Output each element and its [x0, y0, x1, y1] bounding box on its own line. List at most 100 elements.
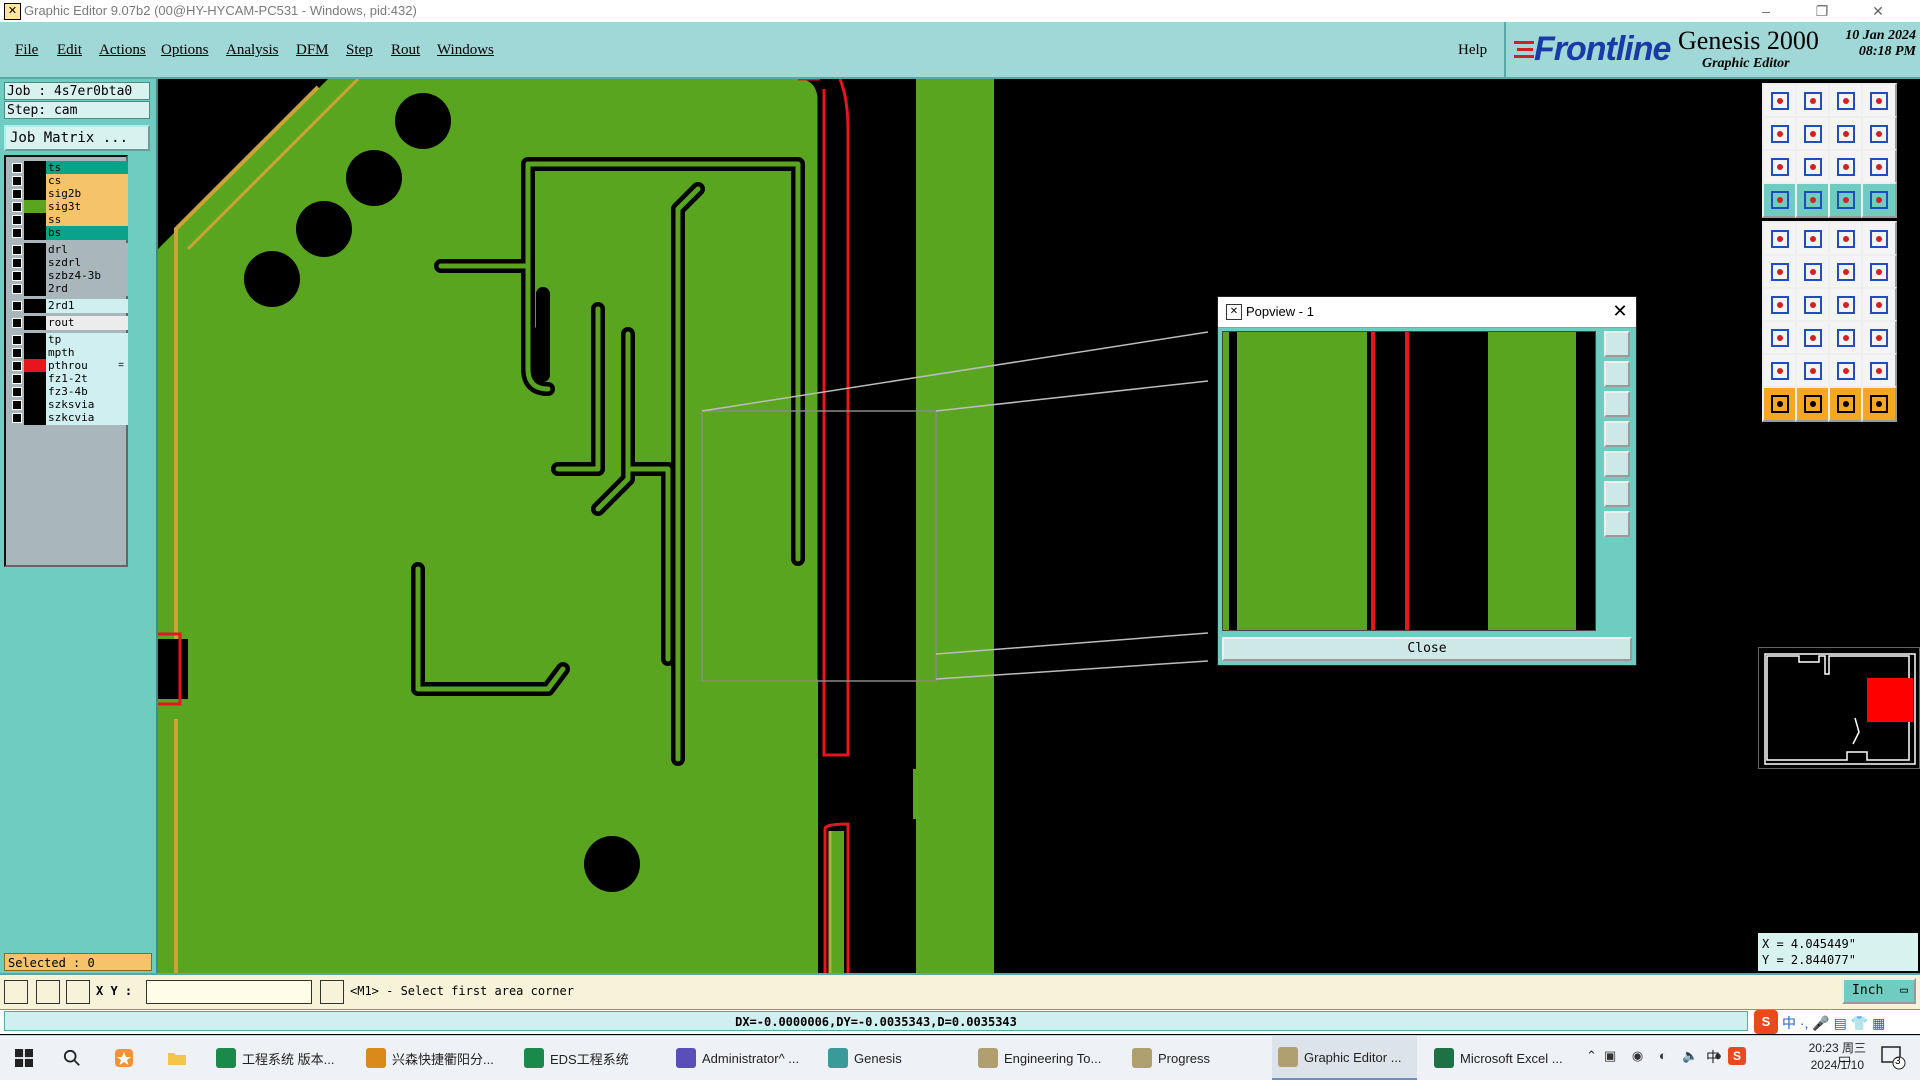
layer-color-swatch[interactable]	[24, 256, 46, 270]
zoom-center-icon[interactable]	[1795, 149, 1831, 185]
layer-name[interactable]: 2rd	[46, 282, 128, 296]
layer-name[interactable]: ts	[46, 161, 128, 175]
layer-row[interactable]: szbz4-3b	[8, 269, 128, 283]
layer-name[interactable]: szksvia	[46, 398, 128, 412]
layer-row[interactable]: 2rd	[8, 282, 128, 296]
mirror-icon[interactable]	[1828, 116, 1864, 152]
layer-name[interactable]: szdrl	[46, 256, 128, 270]
layer-diff-icon[interactable]	[1861, 182, 1897, 218]
ruler-icon[interactable]	[1828, 221, 1864, 257]
layer-color-swatch[interactable]	[24, 269, 46, 283]
popview-close-button[interactable]: Close	[1222, 637, 1632, 661]
layer-name[interactable]: bs	[46, 226, 128, 240]
home-icon[interactable]	[1828, 83, 1864, 119]
layer-row[interactable]: bs	[8, 226, 128, 240]
layer-color-swatch[interactable]	[24, 398, 46, 412]
layer-color-swatch[interactable]	[24, 200, 46, 214]
layer-checkbox[interactable]	[12, 387, 22, 397]
xy-input[interactable]	[146, 980, 312, 1004]
group-icon[interactable]	[1861, 320, 1897, 356]
layer-row[interactable]: tp	[8, 333, 128, 347]
layer-color-swatch[interactable]	[24, 282, 46, 296]
link-icon[interactable]	[1861, 254, 1897, 290]
menu-file[interactable]: File	[15, 42, 38, 59]
menu-actions[interactable]: Actions	[99, 42, 146, 59]
layer-color-swatch[interactable]	[24, 161, 46, 175]
tray-chevron-icon[interactable]: ⌃	[1586, 1048, 1597, 1064]
layer-color-swatch[interactable]	[24, 372, 46, 386]
pan-left-icon[interactable]	[1762, 116, 1798, 152]
popview-close-icon[interactable]: ✕	[1610, 301, 1630, 321]
save-icon[interactable]	[1795, 83, 1831, 119]
taskbar-app[interactable]: Microsoft Excel ...	[1428, 1036, 1578, 1080]
taskbar-app[interactable]: Progress	[1126, 1036, 1256, 1080]
layer-name[interactable]: tp	[46, 333, 128, 347]
taskbar-app[interactable]: 工程系统 版本...	[210, 1036, 340, 1080]
menu-dfm[interactable]: DFM	[296, 42, 329, 59]
layer-checkbox[interactable]	[12, 258, 22, 268]
layer-checkbox[interactable]	[12, 215, 22, 225]
layer-checkbox[interactable]	[12, 301, 22, 311]
route-icon[interactable]	[1861, 287, 1897, 323]
circle-icon[interactable]	[1861, 221, 1897, 257]
layer-color-swatch[interactable]	[24, 411, 46, 425]
add-pad-icon[interactable]	[1762, 320, 1798, 356]
layer-row[interactable]: szksvia	[8, 398, 128, 412]
layer-row[interactable]: drl	[8, 243, 128, 257]
popview-zoom-out-icon[interactable]	[1604, 511, 1630, 537]
popview-pan-right-icon[interactable]	[1604, 451, 1630, 477]
layer-name[interactable]: sig2b	[46, 187, 128, 201]
layer-checkbox[interactable]	[12, 163, 22, 173]
layer-checkbox[interactable]	[12, 245, 22, 255]
layer-row[interactable]: 2rd1	[8, 299, 128, 313]
layer-name[interactable]: mpth	[46, 346, 128, 360]
layer-name[interactable]: fz3-4b	[46, 385, 128, 399]
popview-pan-up-icon[interactable]	[1604, 361, 1630, 387]
layer-name[interactable]: szbz4-3b	[46, 269, 128, 283]
triangle-icon[interactable]	[1762, 353, 1798, 389]
menu-rout[interactable]: Rout	[391, 42, 420, 59]
move-icon[interactable]	[1828, 320, 1864, 356]
menu-analysis[interactable]: Analysis	[226, 42, 279, 59]
layer-color-swatch[interactable]	[24, 243, 46, 257]
menu-help[interactable]: Help	[1458, 42, 1487, 59]
taskbar-app[interactable]: Engineering To...	[972, 1036, 1114, 1080]
popview-pan-left-icon[interactable]	[1604, 421, 1630, 447]
layer-row[interactable]: pthrou =	[8, 359, 128, 373]
open-job-icon[interactable]	[1762, 83, 1798, 119]
layer-row[interactable]: sig2b	[8, 187, 128, 201]
menu-step[interactable]: Step	[346, 42, 373, 59]
layer-color-swatch[interactable]	[24, 316, 46, 330]
layer-row[interactable]: cs	[8, 174, 128, 188]
layer-checkbox[interactable]	[12, 374, 22, 384]
layer-row[interactable]: sig3t	[8, 200, 128, 214]
layer-checkbox[interactable]	[12, 284, 22, 294]
layer-checkbox[interactable]	[12, 335, 22, 345]
layer-color-swatch[interactable]	[24, 226, 46, 240]
layer-name[interactable]: drl	[46, 243, 128, 257]
layer-name[interactable]: rout	[46, 316, 128, 330]
minimap[interactable]	[1758, 647, 1920, 769]
layer-row[interactable]: fz3-4b	[8, 385, 128, 399]
show-desktop-icon[interactable]: ▭	[1838, 1050, 1851, 1067]
layer-row[interactable]: rout	[8, 316, 128, 330]
layer-checkbox[interactable]	[12, 361, 22, 371]
taskbar-app[interactable]: Genesis	[822, 1036, 962, 1080]
notification-center-icon[interactable]: 3	[1880, 1044, 1906, 1070]
layer-color-swatch[interactable]	[24, 187, 46, 201]
ime-indicator[interactable]: 中	[1706, 1047, 1720, 1067]
minus-icon[interactable]	[1795, 320, 1831, 356]
minimize-button[interactable]: –	[1752, 1, 1780, 21]
ime-toolbar-icons[interactable]: 中 ·, 🎤 ▤ 👕 ▦	[1782, 1013, 1885, 1033]
units-selector[interactable]: Inch ▭	[1842, 978, 1916, 1004]
layer-row[interactable]: ts	[8, 161, 128, 175]
select-multi-icon[interactable]	[1861, 386, 1897, 422]
line-icon[interactable]	[1762, 287, 1798, 323]
slant-line-icon[interactable]	[1795, 287, 1831, 323]
layer-color-swatch[interactable]	[24, 346, 46, 360]
layer-color-swatch[interactable]	[24, 213, 46, 227]
menu-options[interactable]: Options	[161, 42, 209, 59]
popview-canvas[interactable]	[1222, 331, 1596, 631]
file-explorer-icon[interactable]	[163, 1044, 191, 1072]
measure-mode-icon[interactable]	[36, 980, 60, 1004]
